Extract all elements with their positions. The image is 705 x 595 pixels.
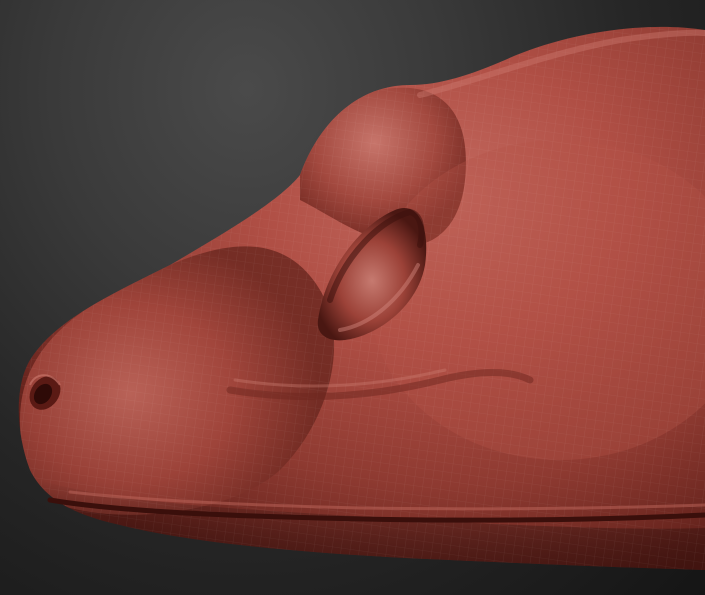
sculpt-render xyxy=(18,26,705,571)
3d-viewport[interactable] xyxy=(0,0,705,595)
